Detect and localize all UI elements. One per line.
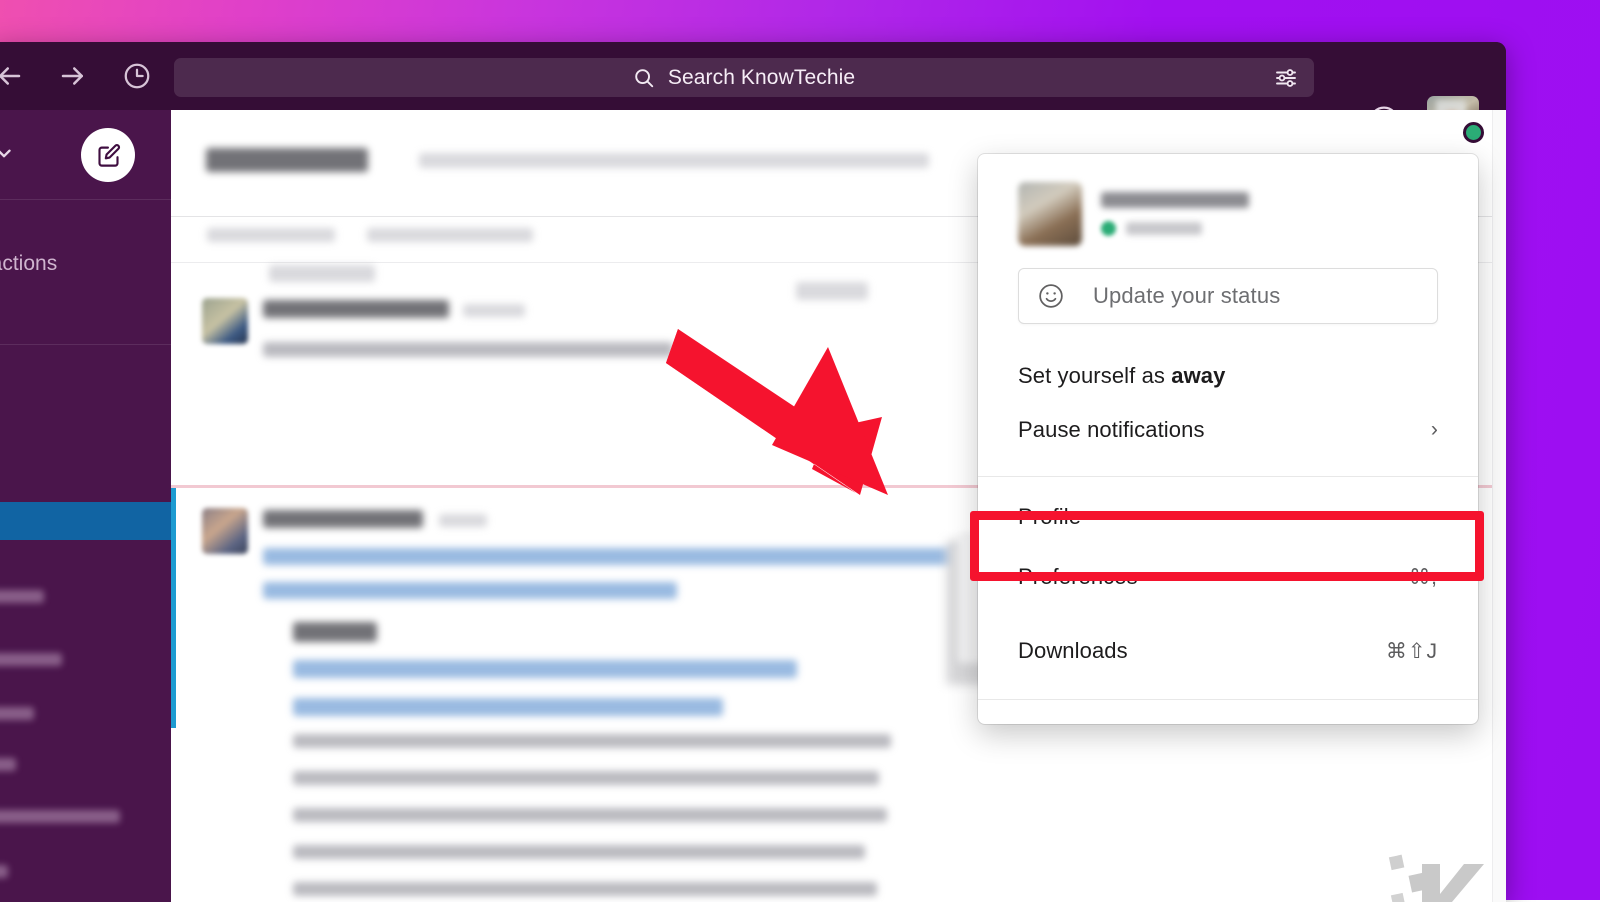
filter-sliders-icon[interactable] bbox=[1274, 66, 1298, 90]
avatar bbox=[202, 508, 248, 554]
link-preview-text bbox=[293, 808, 887, 822]
menu-item-sign-out[interactable]: Sign out of KnowTechie bbox=[978, 716, 1478, 724]
link-preview-title[interactable] bbox=[293, 660, 797, 678]
menu-item-pause-notifications[interactable]: Pause notifications › bbox=[978, 406, 1478, 454]
avatar bbox=[1018, 182, 1082, 246]
link-preview-source bbox=[293, 622, 377, 642]
link-preview-text bbox=[293, 845, 865, 859]
message-author[interactable] bbox=[263, 510, 423, 528]
profile-user-row[interactable] bbox=[978, 154, 1478, 266]
menu-item-label: Preferences bbox=[1018, 564, 1409, 590]
message-link[interactable] bbox=[263, 582, 677, 599]
menu-item-preferences[interactable]: Preferences ⌘, bbox=[978, 553, 1478, 601]
knowtechie-k-logo bbox=[1366, 838, 1486, 902]
menu-item-profile[interactable]: Profile bbox=[978, 493, 1478, 541]
navigation-buttons bbox=[0, 61, 152, 91]
list-item[interactable] bbox=[0, 810, 120, 823]
smiley-face-icon bbox=[1037, 282, 1065, 310]
message-text bbox=[263, 342, 673, 357]
sidebar-divider bbox=[0, 344, 171, 345]
avatar bbox=[202, 298, 248, 344]
menu-item-shortcut: ⌘⇧J bbox=[1386, 639, 1438, 664]
unread-stripe bbox=[171, 488, 176, 728]
thread-reply-label[interactable] bbox=[796, 282, 868, 300]
link-preview-text bbox=[293, 771, 879, 785]
workspace-header[interactable] bbox=[0, 110, 171, 200]
menu-item-label-emphasis: away bbox=[1171, 363, 1225, 388]
sidebar-item-connect[interactable]: ect bbox=[0, 297, 171, 318]
arrow-right-icon[interactable] bbox=[58, 61, 88, 91]
list-item[interactable] bbox=[0, 590, 44, 603]
search-input[interactable]: Search KnowTechie bbox=[174, 58, 1314, 97]
annotation-arrow bbox=[660, 317, 960, 507]
top-bar: Search KnowTechie bbox=[0, 42, 1506, 110]
profile-username bbox=[1101, 192, 1249, 208]
link-preview-title[interactable] bbox=[293, 698, 723, 716]
chevron-down-icon[interactable] bbox=[0, 142, 18, 164]
divider bbox=[978, 699, 1478, 700]
menu-item-label: Pause notifications bbox=[1018, 417, 1431, 443]
chevron-right-icon: › bbox=[1431, 418, 1438, 442]
sidebar-selected-channel[interactable] bbox=[0, 502, 171, 540]
message-timestamp bbox=[439, 514, 487, 527]
presence-label bbox=[1126, 222, 1202, 235]
menu-item-label: Set yourself as away bbox=[1018, 363, 1438, 389]
list-item[interactable] bbox=[0, 707, 34, 720]
sidebar-top-links: reactions ect bbox=[0, 200, 171, 318]
list-item[interactable] bbox=[0, 653, 62, 666]
message-timestamp bbox=[463, 304, 525, 317]
channel-members[interactable] bbox=[207, 228, 335, 242]
channel-pins[interactable] bbox=[367, 228, 533, 242]
menu-item-set-away[interactable]: Set yourself as away bbox=[978, 352, 1478, 400]
menu-item-label: Downloads bbox=[1018, 638, 1386, 664]
link-preview-text bbox=[293, 882, 877, 896]
presence-indicator bbox=[1101, 221, 1116, 236]
link-preview-text bbox=[293, 734, 891, 748]
menu-item-downloads[interactable]: Downloads ⌘⇧J bbox=[978, 627, 1478, 675]
search-icon bbox=[633, 67, 655, 89]
menu-item-label-text: Set yourself as bbox=[1018, 363, 1171, 388]
compose-pencil-icon[interactable] bbox=[81, 128, 135, 182]
message-link[interactable] bbox=[263, 548, 1053, 565]
update-status-placeholder: Update your status bbox=[1093, 283, 1280, 309]
profile-dropdown-menu: Update your status Set yourself as away … bbox=[978, 154, 1478, 724]
list-item[interactable] bbox=[0, 758, 16, 771]
arrow-left-icon[interactable] bbox=[0, 61, 24, 91]
sidebar-item-reactions[interactable]: reactions bbox=[0, 253, 171, 274]
presence-indicator bbox=[1463, 122, 1484, 143]
update-status-input[interactable]: Update your status bbox=[1018, 268, 1438, 324]
sidebar: reactions ect bbox=[0, 110, 171, 902]
menu-item-label: Profile bbox=[1018, 504, 1438, 530]
slack-app-window: Search KnowTechie bbox=[0, 42, 1506, 902]
clock-icon[interactable] bbox=[122, 61, 152, 91]
profile-user-text bbox=[1101, 192, 1249, 236]
message-author[interactable] bbox=[263, 300, 449, 318]
list-item[interactable] bbox=[0, 865, 8, 878]
divider bbox=[978, 476, 1478, 477]
search-placeholder: Search KnowTechie bbox=[668, 66, 855, 90]
search-inner: Search KnowTechie bbox=[633, 66, 855, 90]
channel-name[interactable] bbox=[206, 148, 368, 172]
menu-item-shortcut: ⌘, bbox=[1409, 565, 1438, 590]
channel-topic[interactable] bbox=[419, 153, 929, 168]
date-separator bbox=[269, 265, 375, 282]
profile-status-row bbox=[1101, 221, 1249, 236]
scrollbar[interactable] bbox=[1492, 110, 1506, 902]
